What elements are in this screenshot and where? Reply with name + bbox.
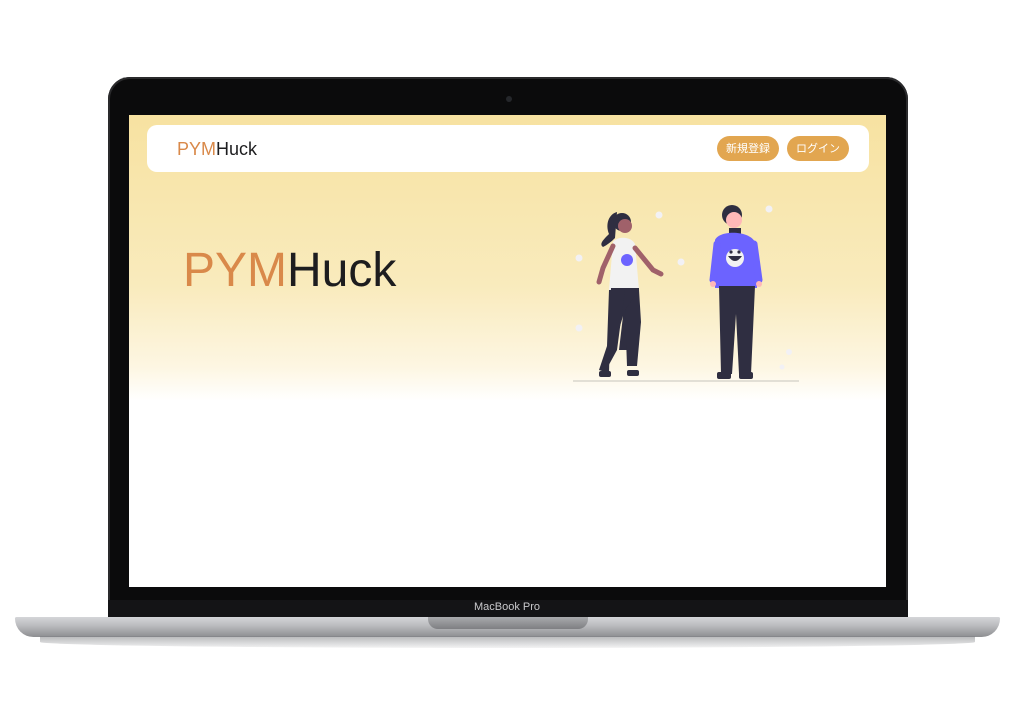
hero-title-text: Huck [287,244,397,297]
man-figure [709,205,763,379]
site-logo[interactable]: PYMHuck [177,138,257,160]
two-people-illustration [573,205,799,382]
woman-figure [596,212,664,377]
laptop-screen: PYMHuck 新規登録 ログイン PYMHuck [129,115,886,587]
hero-title-accent: PYM [183,244,288,297]
hero-title: PYMHuck [183,243,396,299]
site-navbar: PYMHuck 新規登録 ログイン [147,125,869,172]
signup-button[interactable]: 新規登録 [717,136,779,161]
device-model-label: MacBook Pro [473,601,541,613]
logo-accent-text: PYM [177,139,217,159]
laptop-shadow [40,636,975,648]
logo-text: Huck [216,139,258,159]
laptop-lid-notch [428,617,588,629]
laptop-mockup: PYMHuck 新規登録 ログイン PYMHuck MacBook Pro [0,0,1014,726]
login-button[interactable]: ログイン [787,136,849,161]
webcam-icon [506,96,512,102]
